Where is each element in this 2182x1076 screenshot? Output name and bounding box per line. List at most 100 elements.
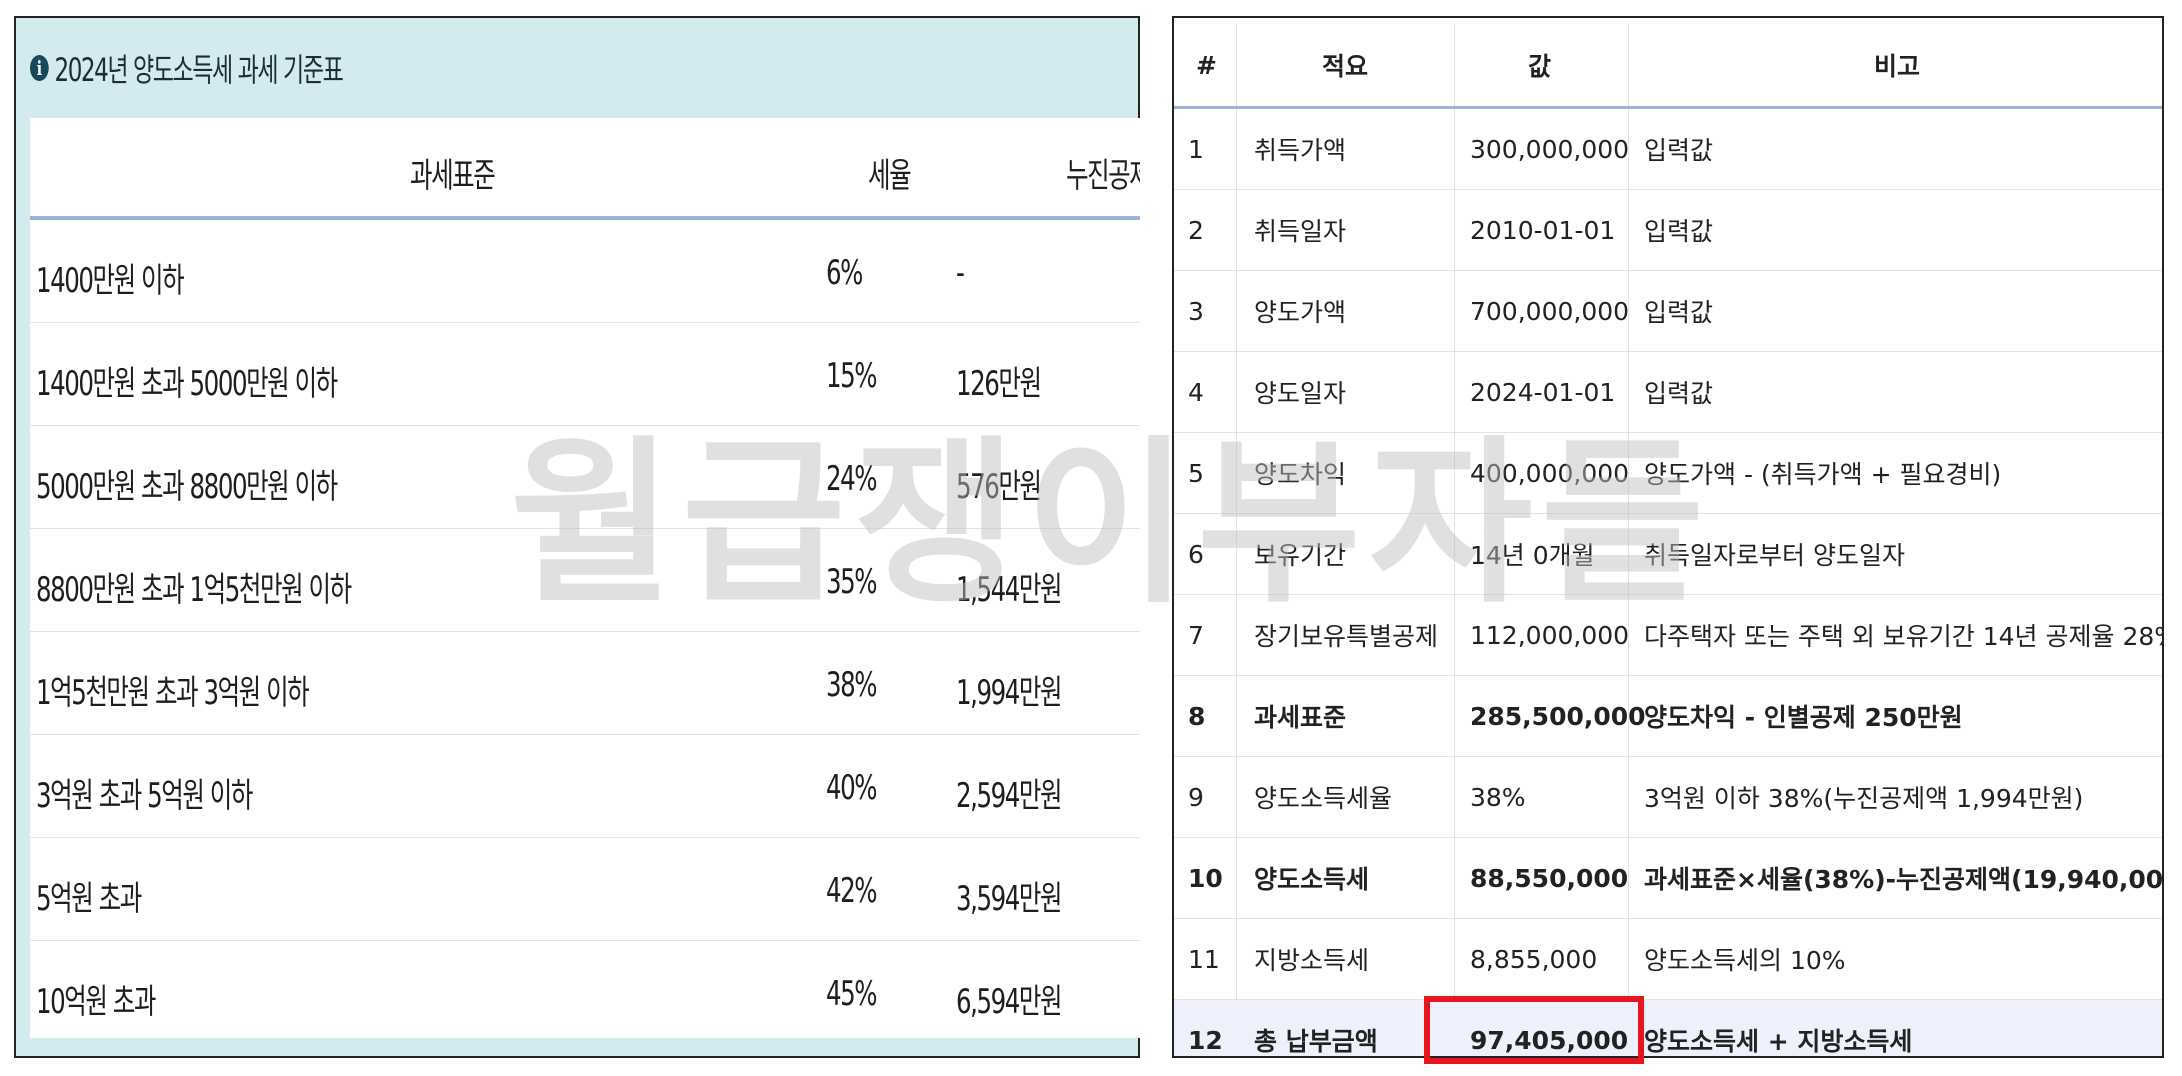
cell-note: 입력값 xyxy=(1644,298,1714,327)
table-row: 1400만원 초과 5000만원 이하 15% 126만원 xyxy=(30,323,1140,426)
cell-rate: 38% xyxy=(826,665,878,705)
cell-rate: 42% xyxy=(826,871,878,911)
table-row: 11 지방소득세 8,855,000 양도소득세의 10% xyxy=(1174,919,2162,1000)
cell-note: 3억원 이하 38%(누진공제액 1,994만원) xyxy=(1644,784,2084,813)
cell-value: 2024-01-01 xyxy=(1470,377,1616,407)
cell-deduction: 6,594만원 xyxy=(956,982,1062,1022)
table-row: 5억원 초과 42% 3,594만원 xyxy=(30,838,1140,941)
table-row: 10억원 초과 45% 6,594만원 xyxy=(30,941,1140,1038)
cell-deduction: 3,594만원 xyxy=(956,879,1062,919)
table-row: 1 취득가액 300,000,000 입력값 xyxy=(1174,109,2162,190)
cell-base: 1400만원 이하 xyxy=(36,261,185,301)
table-row: 2 취득일자 2010-01-01 입력값 xyxy=(1174,190,2162,271)
table-row: 9 양도소득세율 38% 3억원 이하 38%(누진공제액 1,994만원) xyxy=(1174,757,2162,838)
cell-num: 7 xyxy=(1188,620,1204,650)
cell-value: 285,500,000 xyxy=(1470,701,1646,731)
cell-item: 지방소득세 xyxy=(1254,946,1370,975)
cell-note: 양도차익 - 인별공제 250만원 xyxy=(1644,703,1963,732)
cell-num: 11 xyxy=(1188,944,1220,974)
cell-deduction: 1,994만원 xyxy=(956,673,1062,713)
header-rate: 세율 xyxy=(868,156,912,196)
header-base: 과세표준 xyxy=(410,156,496,196)
cell-deduction: - xyxy=(956,253,965,293)
cell-rate: 24% xyxy=(826,459,878,499)
cell-item: 취득일자 xyxy=(1254,217,1347,246)
tax-bracket-panel: i 2024년 양도소득세 과세 기준표 과세표준 세율 누진공제 1400만원… xyxy=(14,16,1140,1058)
cell-item: 보유기간 xyxy=(1254,541,1347,570)
table-row: 3억원 초과 5억원 이하 40% 2,594만원 xyxy=(30,735,1140,838)
cell-value: 700,000,000 xyxy=(1470,296,1630,326)
cell-base: 5억원 초과 xyxy=(36,879,142,919)
cell-note: 양도가액 - (취득가액 + 필요경비) xyxy=(1644,460,2002,489)
cell-note: 양도소득세 + 지방소득세 xyxy=(1644,1027,1913,1056)
cell-item: 과세표준 xyxy=(1254,703,1347,732)
table-row: 5 양도차익 400,000,000 양도가액 - (취득가액 + 필요경비) xyxy=(1174,433,2162,514)
cell-item: 양도차익 xyxy=(1254,460,1347,489)
table-row: 3 양도가액 700,000,000 입력값 xyxy=(1174,271,2162,352)
cell-item: 양도가액 xyxy=(1254,298,1347,327)
cell-note: 입력값 xyxy=(1644,379,1714,408)
cell-deduction: 126만원 xyxy=(956,364,1042,404)
panel-title: i 2024년 양도소득세 과세 기준표 xyxy=(30,48,344,89)
cell-item: 양도소득세율 xyxy=(1254,784,1393,813)
cell-note: 과세표준×세율(38%)-누진공제액(19,940,000) xyxy=(1644,865,2164,894)
info-icon: i xyxy=(30,55,49,81)
cell-value: 8,855,000 xyxy=(1470,944,1598,974)
cell-base: 10억원 초과 xyxy=(36,982,156,1022)
cell-value: 2010-01-01 xyxy=(1470,215,1616,245)
cell-item: 총 납부금액 xyxy=(1254,1027,1378,1056)
total-row: 12 총 납부금액 97,405,000 양도소득세 + 지방소득세 xyxy=(1174,1000,2162,1056)
table-row: 5000만원 초과 8800만원 이하 24% 576만원 xyxy=(30,426,1140,529)
cell-num: 6 xyxy=(1188,539,1204,569)
cell-value: 400,000,000 xyxy=(1470,458,1630,488)
header-value: 값 xyxy=(1528,52,1552,81)
cell-note: 다주택자 또는 주택 외 보유기간 14년 공제율 28% xyxy=(1644,622,2164,651)
cell-value: 88,550,000 xyxy=(1470,863,1629,893)
header-item: 적요 xyxy=(1322,52,1369,81)
cell-num: 4 xyxy=(1188,377,1204,407)
table-row: 8 과세표준 285,500,000 양도차익 - 인별공제 250만원 xyxy=(1174,676,2162,757)
cell-num: 2 xyxy=(1188,215,1204,245)
table-row: 7 장기보유특별공제 112,000,000 다주택자 또는 주택 외 보유기간… xyxy=(1174,595,2162,676)
cell-num: 9 xyxy=(1188,782,1204,812)
cell-note: 취득일자로부터 양도일자 xyxy=(1644,541,1905,570)
cell-rate: 15% xyxy=(826,356,878,396)
cell-base: 1400만원 초과 5000만원 이하 xyxy=(36,364,338,404)
cell-value: 14년 0개월 xyxy=(1470,541,1595,570)
cell-deduction: 2,594만원 xyxy=(956,776,1062,816)
table-row: 1400만원 이하 6% - xyxy=(30,220,1140,323)
cell-value: 38% xyxy=(1470,782,1526,812)
cell-item: 양도일자 xyxy=(1254,379,1347,408)
cell-num: 3 xyxy=(1188,296,1204,326)
cell-deduction: 576만원 xyxy=(956,467,1042,507)
cell-base: 1억5천만원 초과 3억원 이하 xyxy=(36,673,310,713)
cell-base: 8800만원 초과 1억5천만원 이하 xyxy=(36,570,352,610)
cell-note: 입력값 xyxy=(1644,136,1714,165)
cell-num: 5 xyxy=(1188,458,1204,488)
cell-item: 양도소득세 xyxy=(1254,865,1370,894)
total-highlight-box xyxy=(1424,996,1644,1064)
cell-rate: 40% xyxy=(826,768,878,808)
header-note: 비고 xyxy=(1874,52,1921,81)
cell-num: 12 xyxy=(1188,1025,1223,1055)
cell-value: 112,000,000 xyxy=(1470,620,1630,650)
cell-num: 10 xyxy=(1188,863,1223,893)
cell-num: 8 xyxy=(1188,701,1206,731)
cell-value: 300,000,000 xyxy=(1470,134,1630,164)
cell-item: 장기보유특별공제 xyxy=(1254,622,1439,651)
table-row: 8800만원 초과 1억5천만원 이하 35% 1,544만원 xyxy=(30,529,1140,632)
cell-note: 양도소득세의 10% xyxy=(1644,946,1846,975)
header-num: # xyxy=(1196,50,1217,80)
table-row: 4 양도일자 2024-01-01 입력값 xyxy=(1174,352,2162,433)
cell-num: 1 xyxy=(1188,134,1204,164)
cell-rate: 35% xyxy=(826,562,878,602)
table-row: 10 양도소득세 88,550,000 과세표준×세율(38%)-누진공제액(1… xyxy=(1174,838,2162,919)
cell-note: 입력값 xyxy=(1644,217,1714,246)
cell-rate: 45% xyxy=(826,974,878,1014)
table-row: 6 보유기간 14년 0개월 취득일자로부터 양도일자 xyxy=(1174,514,2162,595)
panel-title-text: 2024년 양도소득세 과세 기준표 xyxy=(54,51,343,89)
cell-rate: 6% xyxy=(826,253,863,293)
cell-item: 취득가액 xyxy=(1254,136,1347,165)
cell-deduction: 1,544만원 xyxy=(956,570,1062,610)
table-row: 1억5천만원 초과 3억원 이하 38% 1,994만원 xyxy=(30,632,1140,735)
